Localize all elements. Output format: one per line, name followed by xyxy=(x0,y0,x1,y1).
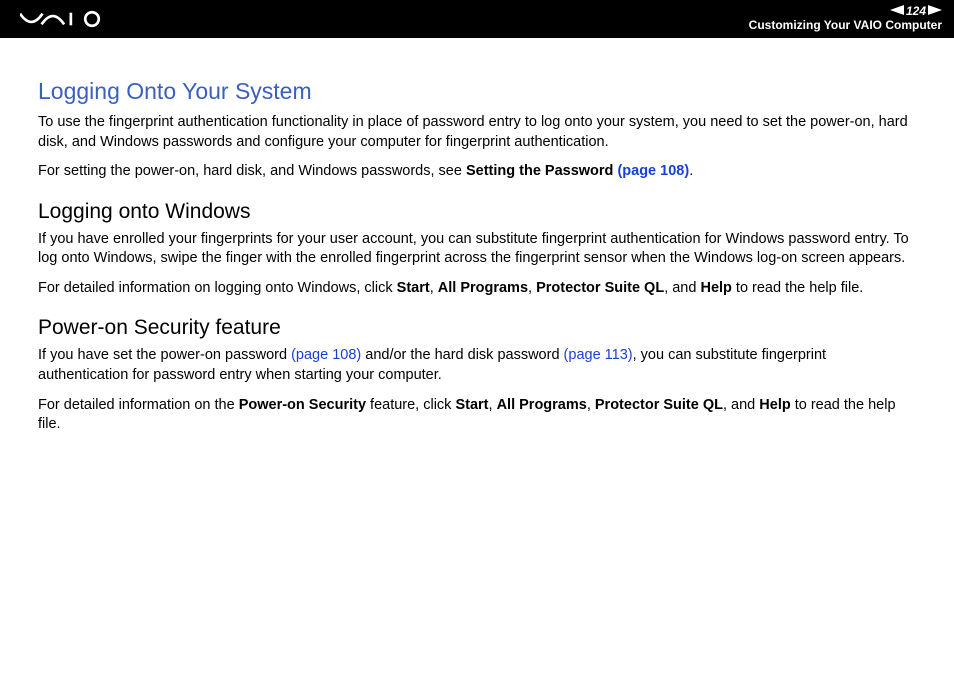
text: , xyxy=(489,397,497,413)
setting-password-label: Setting the Password xyxy=(466,163,617,179)
text: , and xyxy=(664,280,700,296)
header-bar: 124 Customizing Your VAIO Computer xyxy=(0,0,954,38)
vaio-logo-icon xyxy=(20,10,110,28)
text: , and xyxy=(723,397,759,413)
text: , xyxy=(528,280,536,296)
windows-help-paragraph: For detailed information on logging onto… xyxy=(38,279,916,299)
all-programs-label: All Programs xyxy=(497,397,587,413)
password-setting-paragraph: For setting the power-on, hard disk, and… xyxy=(38,162,916,182)
header-right: 124 Customizing Your VAIO Computer xyxy=(749,4,942,33)
next-page-arrow-icon[interactable] xyxy=(928,4,942,18)
power-on-security-label: Power-on Security xyxy=(239,397,366,413)
help-label: Help xyxy=(759,397,790,413)
text: and/or the hard disk password xyxy=(361,347,563,363)
text: . xyxy=(689,163,693,179)
text: For detailed information on the xyxy=(38,397,239,413)
page-108-link[interactable]: (page 108) xyxy=(291,347,361,363)
power-on-heading: Power-on Security feature xyxy=(38,316,916,340)
page-content: Logging Onto Your System To use the fing… xyxy=(0,38,954,435)
power-on-paragraph: If you have set the power-on password (p… xyxy=(38,346,916,385)
page-108-link[interactable]: (page 108) xyxy=(617,163,689,179)
power-on-help-paragraph: For detailed information on the Power-on… xyxy=(38,396,916,435)
logging-windows-heading: Logging onto Windows xyxy=(38,200,916,224)
start-label: Start xyxy=(455,397,488,413)
vaio-logo xyxy=(20,10,110,28)
protector-suite-label: Protector Suite QL xyxy=(595,397,723,413)
text: to read the help file. xyxy=(732,280,863,296)
page-title: Logging Onto Your System xyxy=(38,78,916,105)
prev-page-arrow-icon[interactable] xyxy=(890,4,904,18)
text: If you have set the power-on password xyxy=(38,347,291,363)
start-label: Start xyxy=(397,280,430,296)
section-title: Customizing Your VAIO Computer xyxy=(749,18,942,32)
all-programs-label: All Programs xyxy=(438,280,528,296)
page-113-link[interactable]: (page 113) xyxy=(564,347,633,363)
text: For setting the power-on, hard disk, and… xyxy=(38,163,466,179)
text: For detailed information on logging onto… xyxy=(38,280,397,296)
text: , xyxy=(587,397,595,413)
protector-suite-label: Protector Suite QL xyxy=(536,280,664,296)
help-label: Help xyxy=(700,280,731,296)
page-navigation: 124 xyxy=(890,4,942,18)
intro-paragraph: To use the fingerprint authentication fu… xyxy=(38,113,916,152)
text: , xyxy=(430,280,438,296)
windows-fingerprint-paragraph: If you have enrolled your fingerprints f… xyxy=(38,230,916,269)
page-number: 124 xyxy=(906,4,926,18)
text: feature, click xyxy=(366,397,455,413)
